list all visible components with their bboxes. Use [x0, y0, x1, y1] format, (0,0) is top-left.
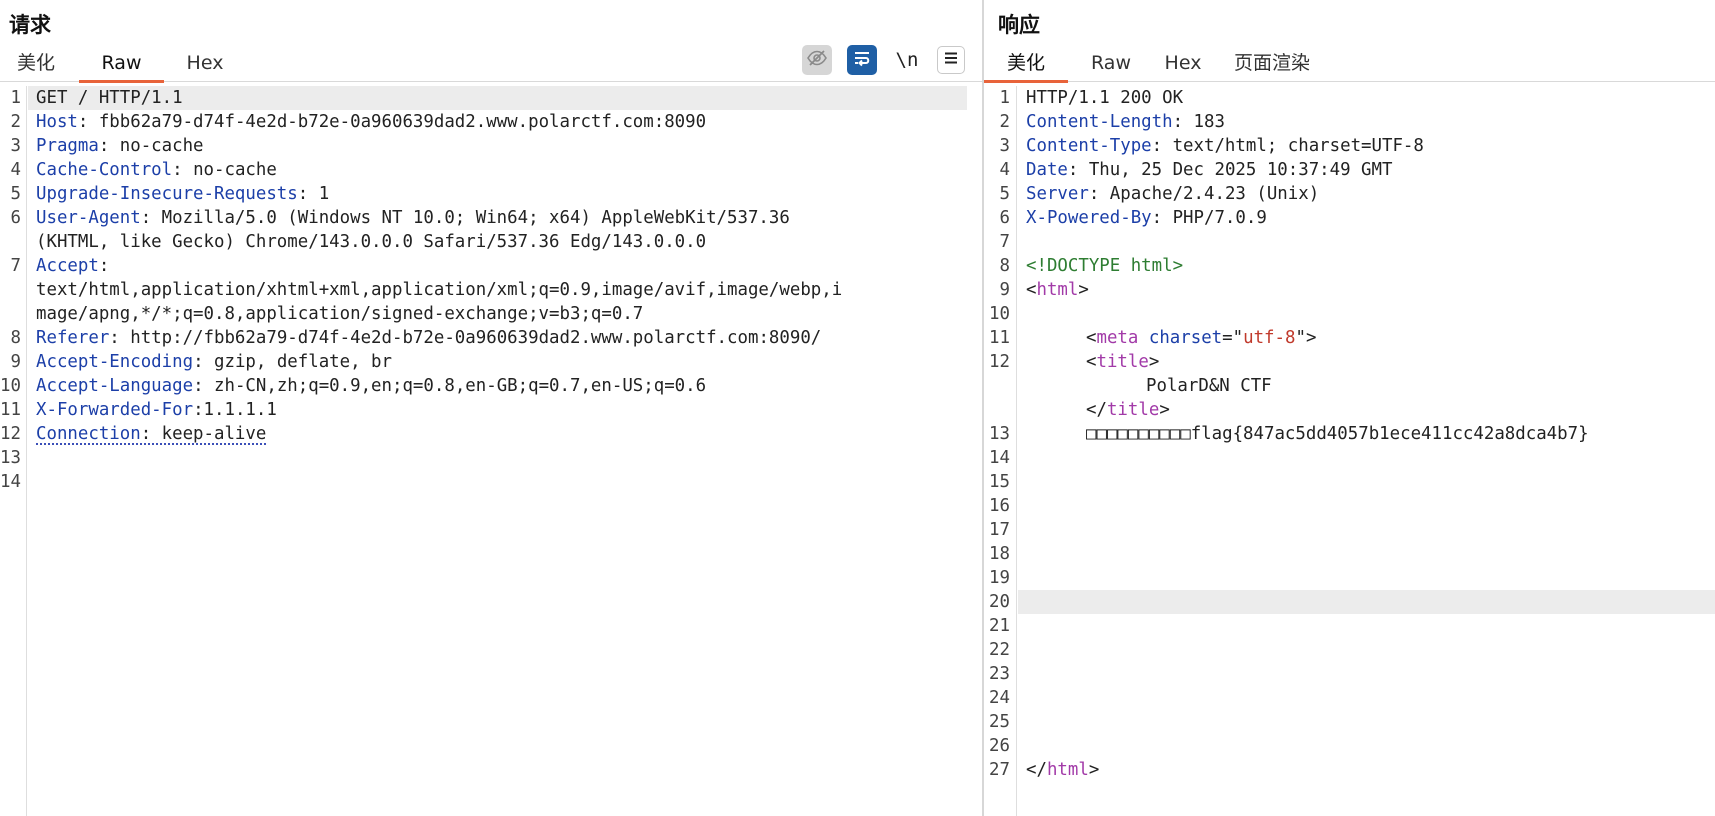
response-title: 响应 [998, 13, 1040, 37]
tab-raw[interactable]: Raw [79, 44, 164, 83]
tab-hex[interactable]: Hex [176, 44, 234, 82]
tab-pretty[interactable]: 美化 [984, 44, 1068, 83]
word-wrap-button[interactable] [847, 45, 877, 75]
response-pane: 响应 美化 Raw Hex 页面渲染 1 HTTP/1.1 200 OK 2 C… [984, 0, 1715, 816]
current-line-highlight [1018, 590, 1715, 614]
response-tabbar: 美化 Raw Hex 页面渲染 [984, 44, 1715, 83]
tab-raw[interactable]: Raw [1082, 44, 1140, 82]
hamburger-menu-icon [942, 49, 960, 71]
request-tabbar: 美化 Raw Hex [0, 44, 982, 83]
tab-pretty[interactable]: 美化 [6, 44, 66, 82]
request-editor[interactable]: 1 GET / HTTP/1.1 2 Host: fbb62a79-d74f-4… [0, 86, 982, 816]
flag-text: □□□□□□□□□□flag{847ac5dd4057b1ece411cc42a… [1086, 424, 1589, 444]
code-line: 27 </html> [989, 760, 1100, 780]
code-line: 14 [0, 472, 21, 492]
menu-button[interactable] [937, 46, 965, 74]
request-title: 请求 [9, 13, 51, 37]
eye-off-icon [806, 47, 828, 73]
word-wrap-icon [851, 47, 873, 73]
response-editor[interactable]: 1 HTTP/1.1 200 OK 2 Content-Length: 183 … [984, 86, 1715, 816]
newline-label: \n [895, 49, 919, 71]
code-line: 13 □□□□□□□□□□flag{847ac5dd4057b1ece411cc… [989, 424, 1589, 444]
tab-render[interactable]: 页面渲染 [1224, 44, 1320, 82]
tab-hex[interactable]: Hex [1156, 44, 1210, 82]
hide-button[interactable] [802, 45, 832, 75]
request-pane: 请求 美化 Raw Hex \n 1 GET / HTTP/1.1 2 Host… [0, 0, 982, 816]
newline-toggle-button[interactable]: \n [892, 45, 922, 75]
